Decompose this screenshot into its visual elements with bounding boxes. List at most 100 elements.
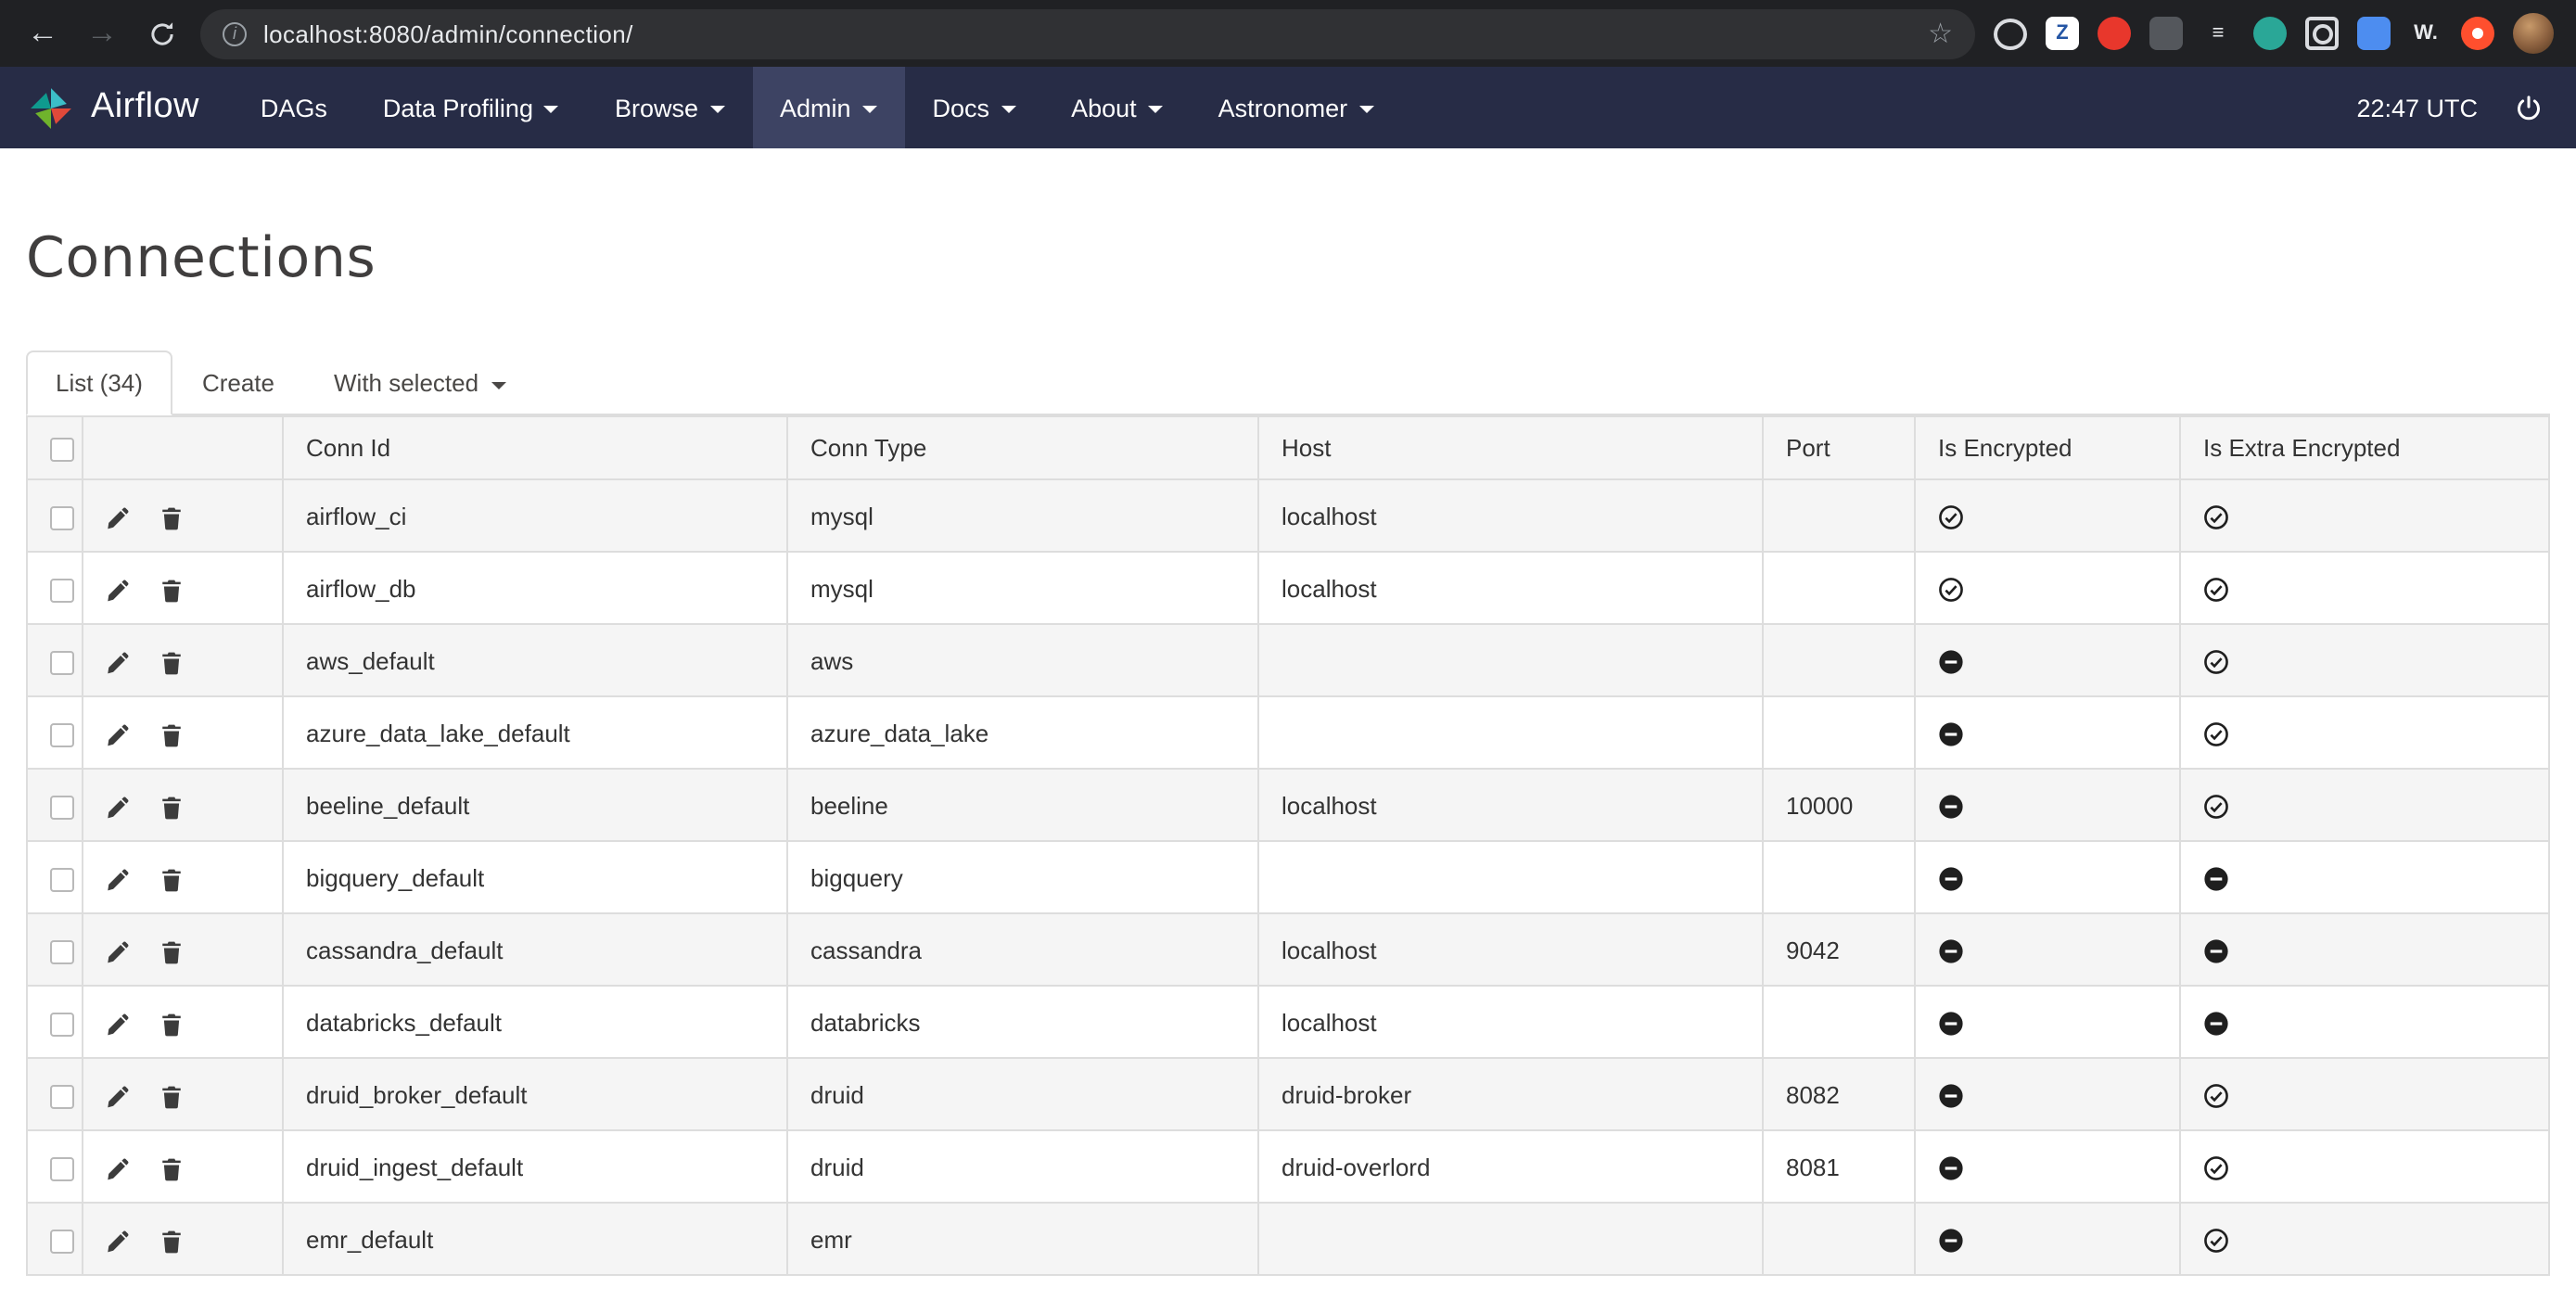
conn-type-cell: aws: [787, 624, 1258, 696]
navbar-item-admin[interactable]: Admin: [752, 67, 905, 148]
table-row: druid_ingest_default druid druid-overlor…: [27, 1130, 2549, 1203]
delete-icon[interactable]: [159, 795, 183, 819]
header-host[interactable]: Host: [1258, 416, 1763, 479]
check-circle-icon: [2203, 1083, 2229, 1109]
row-checkbox[interactable]: [50, 1156, 74, 1180]
edit-icon[interactable]: [106, 1012, 130, 1036]
extension-tray: Z ≡ W.: [1994, 17, 2494, 50]
header-is-encrypted[interactable]: Is Encrypted: [1915, 416, 2180, 479]
navbar-item-data-profiling[interactable]: Data Profiling: [355, 67, 587, 148]
delete-icon[interactable]: [159, 1084, 183, 1108]
minus-circle-icon: [1938, 1228, 1964, 1254]
check-circle-icon: [2203, 1155, 2229, 1181]
delete-icon[interactable]: [159, 505, 183, 529]
extension-camera-icon[interactable]: [2305, 17, 2339, 50]
is-extra-encrypted-cell: [2180, 1058, 2549, 1130]
delete-icon[interactable]: [159, 1229, 183, 1253]
conn-id-cell: druid_ingest_default: [283, 1130, 787, 1203]
edit-icon[interactable]: [106, 795, 130, 819]
row-checkbox[interactable]: [50, 939, 74, 963]
row-checkbox[interactable]: [50, 650, 74, 674]
header-conn-type[interactable]: Conn Type: [787, 416, 1258, 479]
edit-icon[interactable]: [106, 867, 130, 891]
select-all-checkbox[interactable]: [50, 438, 74, 462]
row-checkbox[interactable]: [50, 722, 74, 746]
url-text: localhost:8080/admin/connection/: [263, 19, 1911, 47]
conn-type-cell: databricks: [787, 986, 1258, 1058]
edit-icon[interactable]: [106, 505, 130, 529]
extension-ring-icon[interactable]: [1994, 18, 2027, 49]
edit-icon[interactable]: [106, 650, 130, 674]
header-is-extra-encrypted[interactable]: Is Extra Encrypted: [2180, 416, 2549, 479]
chevron-down-icon: [491, 381, 506, 389]
delete-icon[interactable]: [159, 650, 183, 674]
edit-icon[interactable]: [106, 1084, 130, 1108]
tab-list[interactable]: List (34): [26, 350, 172, 415]
extension-blue-icon[interactable]: [2357, 17, 2391, 50]
page-info-icon[interactable]: i: [223, 21, 247, 45]
browser-profile-avatar[interactable]: [2513, 13, 2554, 54]
delete-icon[interactable]: [159, 1012, 183, 1036]
minus-circle-icon: [2203, 866, 2229, 892]
is-extra-encrypted-cell: [2180, 1130, 2549, 1203]
delete-icon[interactable]: [159, 578, 183, 602]
row-checkbox[interactable]: [50, 505, 74, 529]
navbar-item-docs[interactable]: Docs: [905, 67, 1044, 148]
forward-icon[interactable]: →: [82, 13, 122, 54]
power-icon[interactable]: [2515, 94, 2543, 121]
row-checkbox[interactable]: [50, 1084, 74, 1108]
conn-type-cell: beeline: [787, 769, 1258, 841]
extension-teal-icon[interactable]: [2253, 17, 2287, 50]
delete-icon[interactable]: [159, 722, 183, 746]
row-checkbox[interactable]: [50, 1012, 74, 1036]
edit-icon[interactable]: [106, 578, 130, 602]
is-encrypted-cell: [1915, 552, 2180, 624]
edit-icon[interactable]: [106, 722, 130, 746]
row-checkbox[interactable]: [50, 1229, 74, 1253]
bookmark-star-icon[interactable]: ☆: [1928, 17, 1953, 50]
host-cell: [1258, 1203, 1763, 1275]
edit-icon[interactable]: [106, 1229, 130, 1253]
port-cell: [1763, 696, 1915, 769]
conn-type-cell: druid: [787, 1130, 1258, 1203]
extension-w-icon[interactable]: W.: [2409, 17, 2442, 50]
extension-z-icon[interactable]: Z: [2046, 17, 2079, 50]
reload-icon[interactable]: [141, 13, 182, 54]
url-bar[interactable]: i localhost:8080/admin/connection/ ☆: [200, 8, 1975, 58]
row-checkbox[interactable]: [50, 867, 74, 891]
header-port[interactable]: Port: [1763, 416, 1915, 479]
row-checkbox[interactable]: [50, 578, 74, 602]
airflow-brand[interactable]: Airflow: [0, 67, 233, 148]
back-icon[interactable]: ←: [22, 13, 63, 54]
minus-circle-icon: [1938, 866, 1964, 892]
delete-icon[interactable]: [159, 867, 183, 891]
edit-icon[interactable]: [106, 1156, 130, 1180]
table-row: aws_default aws: [27, 624, 2549, 696]
with-selected-dropdown[interactable]: With selected: [304, 350, 536, 415]
delete-icon[interactable]: [159, 939, 183, 963]
navbar-item-about[interactable]: About: [1043, 67, 1191, 148]
row-checkbox[interactable]: [50, 795, 74, 819]
delete-icon[interactable]: [159, 1156, 183, 1180]
port-cell: [1763, 479, 1915, 552]
navbar-menu: DAGs Data Profiling Browse Admin Docs Ab…: [233, 67, 1401, 148]
navbar-item-astronomer[interactable]: Astronomer: [1191, 67, 1402, 148]
tab-create[interactable]: Create: [172, 350, 304, 415]
browser-toolbar: ← → i localhost:8080/admin/connection/ ☆…: [0, 0, 2576, 67]
edit-icon[interactable]: [106, 939, 130, 963]
navbar-item-browse[interactable]: Browse: [587, 67, 752, 148]
chevron-down-icon: [544, 106, 559, 113]
table-row: airflow_db mysql localhost: [27, 552, 2549, 624]
actions-header: [83, 416, 283, 479]
port-cell: [1763, 624, 1915, 696]
extension-gray-icon[interactable]: [2149, 17, 2183, 50]
check-circle-icon: [2203, 649, 2229, 675]
navbar-item-dags[interactable]: DAGs: [233, 67, 355, 148]
chevron-down-icon: [1358, 106, 1373, 113]
header-conn-id[interactable]: Conn Id: [283, 416, 787, 479]
extension-red-icon[interactable]: [2098, 17, 2131, 50]
table-row: databricks_default databricks localhost: [27, 986, 2549, 1058]
extension-stack-icon[interactable]: ≡: [2201, 17, 2235, 50]
extension-orange-icon[interactable]: [2461, 17, 2494, 50]
check-circle-icon: [2203, 794, 2229, 820]
